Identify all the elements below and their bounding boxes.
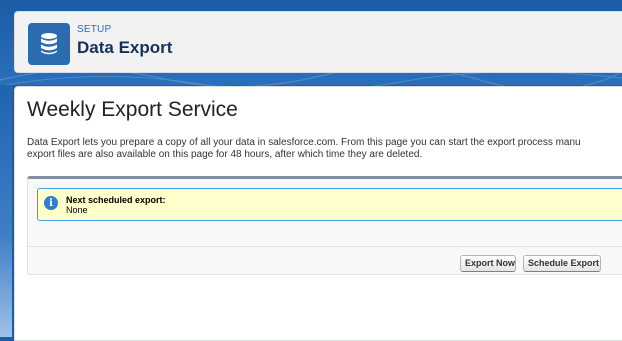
page-header-title: Data Export — [77, 38, 173, 57]
database-icon — [28, 23, 70, 65]
header-eyebrow: SETUP — [77, 24, 112, 35]
background-strip — [0, 85, 12, 337]
export-block: i Next scheduled export: None Export Now… — [27, 176, 622, 275]
info-icon: i — [44, 196, 58, 210]
info-value: None — [66, 205, 88, 215]
description: Data Export lets you prepare a copy of a… — [27, 137, 622, 161]
page-header: SETUP Data Export — [14, 11, 622, 73]
divider — [28, 246, 622, 247]
info-message: i Next scheduled export: None — [37, 188, 622, 221]
description-line: Data Export lets you prepare a copy of a… — [27, 137, 581, 148]
page-title: Weekly Export Service — [27, 98, 238, 121]
export-now-button[interactable]: Export Now — [460, 255, 516, 272]
description-line: export files are also available on this … — [27, 149, 423, 160]
schedule-export-button[interactable]: Schedule Export — [523, 255, 601, 272]
info-label: Next scheduled export: — [66, 195, 166, 205]
main-content: Weekly Export Service Data Export lets y… — [14, 86, 622, 341]
